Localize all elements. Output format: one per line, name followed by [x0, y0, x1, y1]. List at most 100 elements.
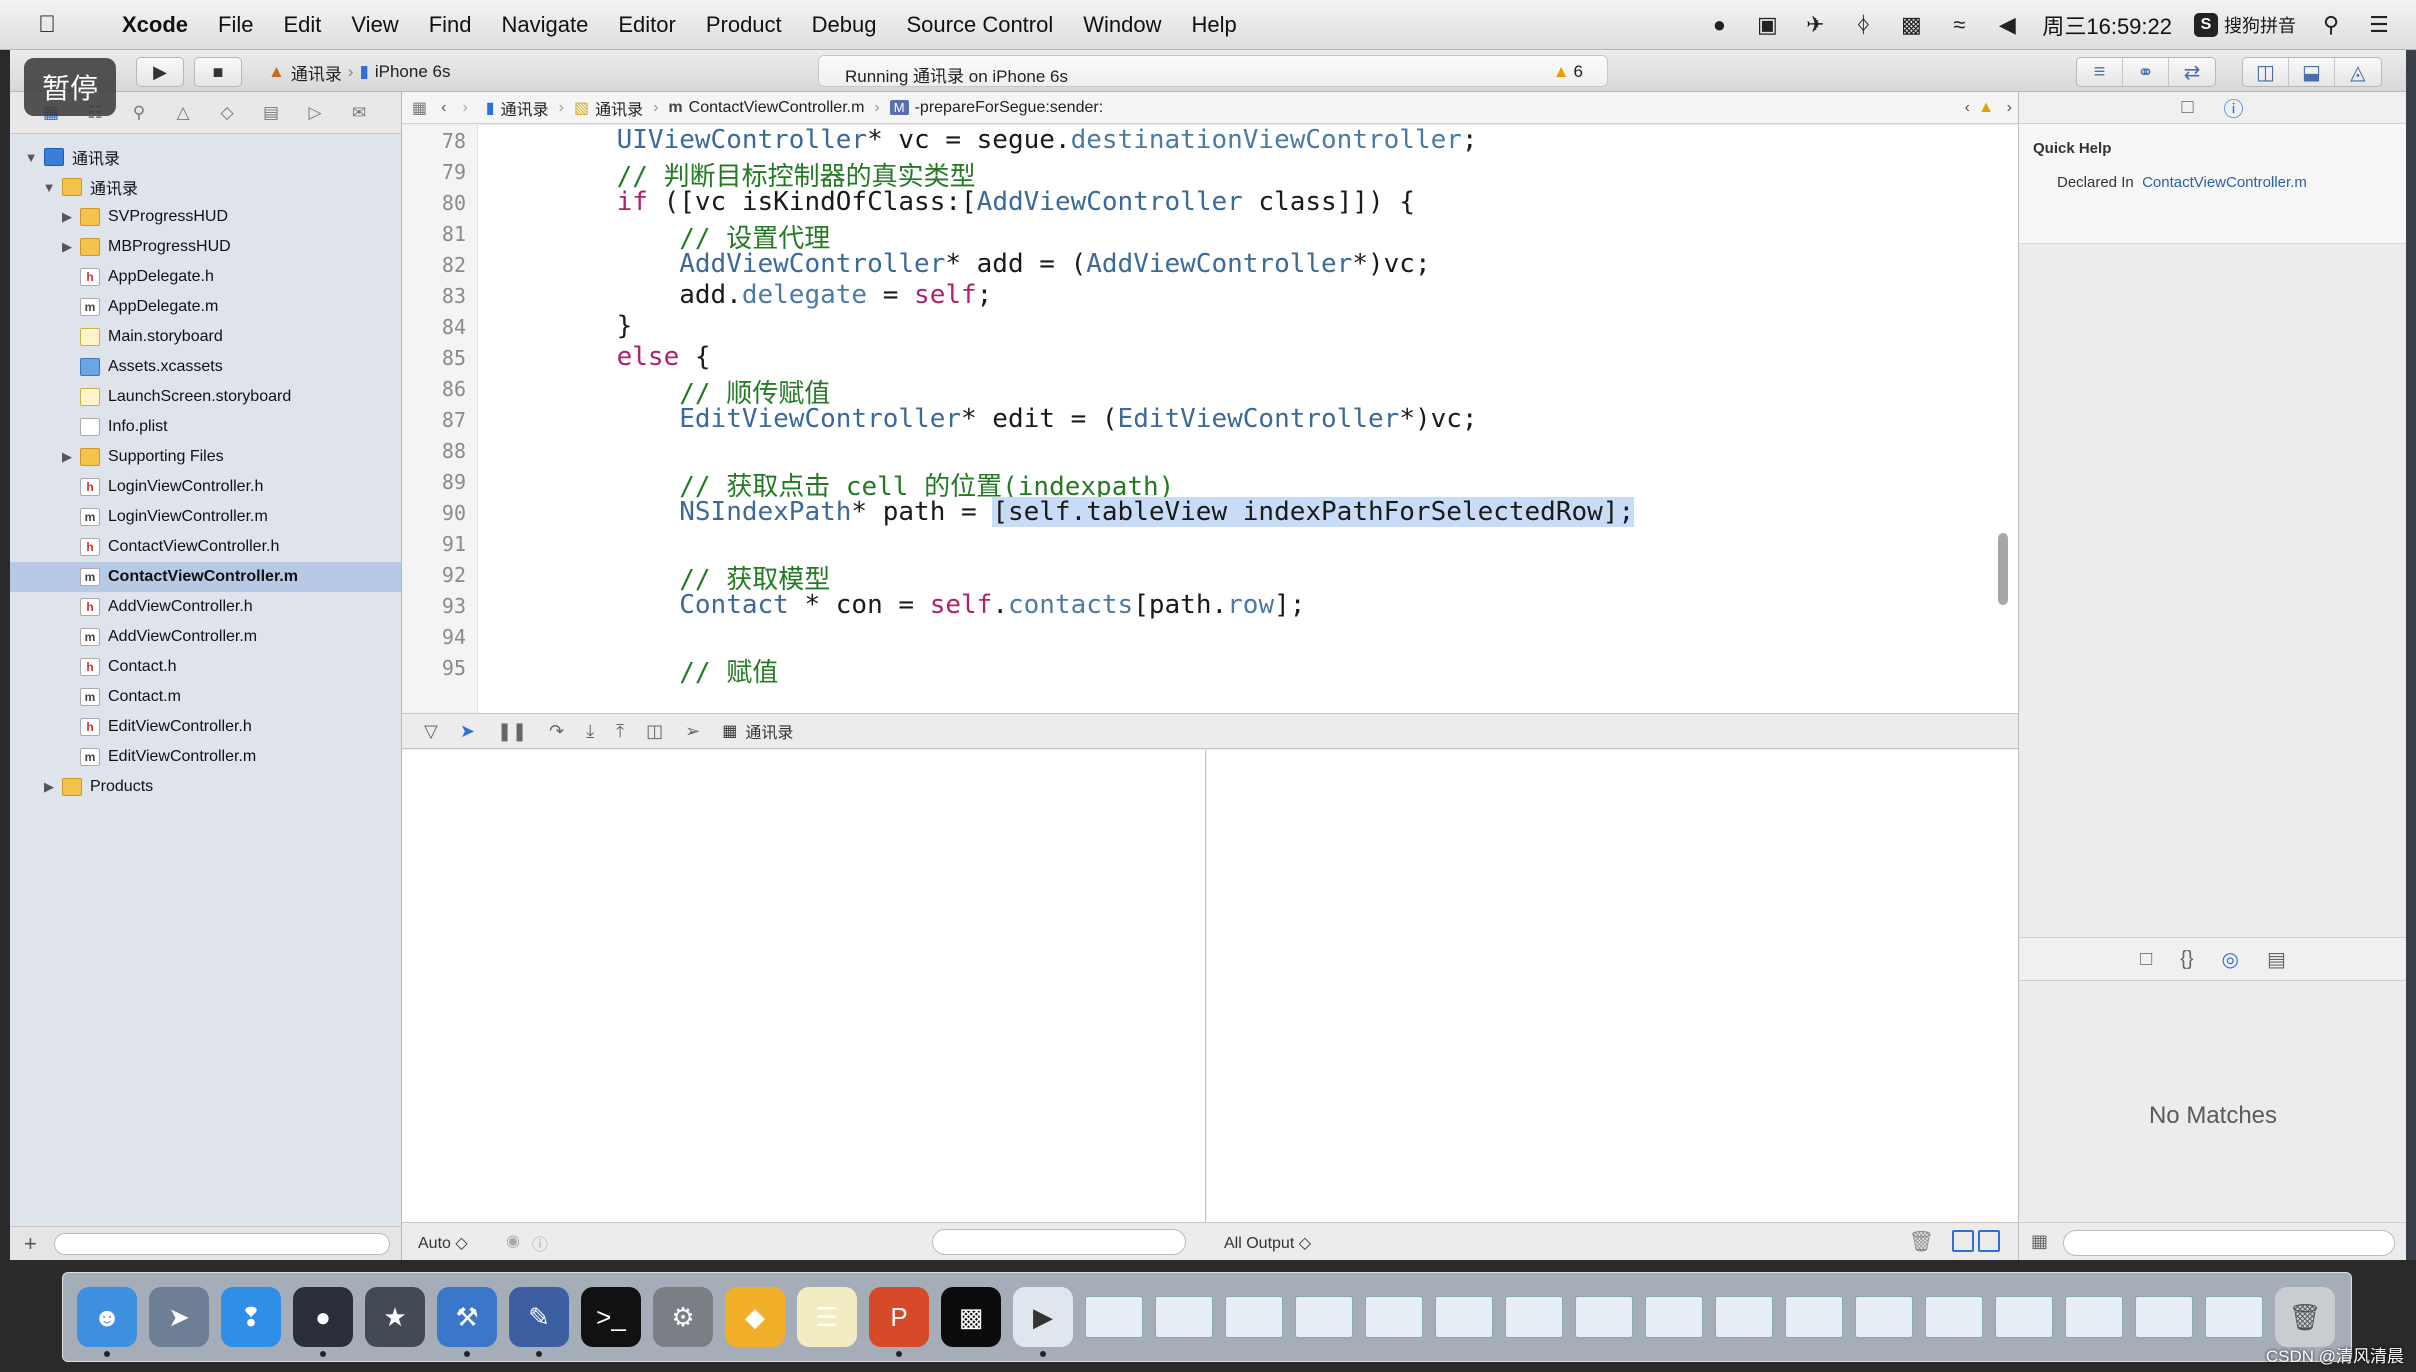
instruments-icon[interactable]: ✎	[509, 1287, 569, 1357]
code-line[interactable]: 81 // 设置代理	[402, 218, 2018, 254]
minimized-window-thumbnail[interactable]	[2135, 1296, 2193, 1338]
code-line[interactable]: 78 UIViewController* vc = segue.destinat…	[402, 125, 2018, 156]
code-line[interactable]: 91	[402, 528, 2018, 559]
quick-look-icon[interactable]: ◉	[506, 1231, 520, 1251]
test-navigator-icon[interactable]: ◇	[216, 102, 238, 124]
minimized-window-thumbnail[interactable]	[1155, 1296, 1213, 1338]
assistant-editor-icon[interactable]: ⚭	[2123, 58, 2169, 86]
minimized-window-thumbnail[interactable]	[1435, 1296, 1493, 1338]
navigator-group-row[interactable]: ▶ Supporting Files	[10, 442, 401, 472]
menu-source-control[interactable]: Source Control	[907, 12, 1054, 38]
minimized-window-thumbnail[interactable]	[1365, 1296, 1423, 1338]
code-snippet-library-icon[interactable]: {}	[2180, 948, 2193, 971]
navigator-file-row[interactable]: h AppDelegate.h	[10, 262, 401, 292]
navigator-file-row[interactable]: m EditViewController.m	[10, 742, 401, 772]
safari-icon[interactable]: ❢	[221, 1287, 281, 1347]
code-line[interactable]: 93 Contact * con = self.contacts[path.ro…	[402, 590, 2018, 621]
source-editor[interactable]: 78 UIViewController* vc = segue.destinat…	[402, 125, 2018, 713]
code-line[interactable]: 90 NSIndexPath* path = [self.tableView i…	[402, 497, 2018, 528]
breakpoint-navigator-icon[interactable]: ▷	[304, 102, 326, 124]
navigator-file-row[interactable]: h Contact.h	[10, 652, 401, 682]
code-line[interactable]: 87 EditViewController* edit = (EditViewC…	[402, 404, 2018, 435]
terminal-icon[interactable]: >_	[581, 1287, 641, 1347]
object-library-icon[interactable]: ◎	[2222, 947, 2239, 972]
related-items-icon[interactable]: ▦	[412, 98, 427, 118]
next-issue-icon[interactable]: ›	[2007, 99, 2012, 117]
mouse-app-icon[interactable]: ●	[293, 1287, 353, 1357]
navigator-group-row[interactable]: ▼ 通讯录	[10, 142, 401, 172]
launchpad-icon[interactable]: ➤	[149, 1287, 209, 1347]
code-line[interactable]: 86 // 顺传赋值	[402, 373, 2018, 409]
variables-filter-input[interactable]	[932, 1229, 1186, 1255]
menu-file[interactable]: File	[218, 12, 253, 38]
disclosure-open-icon[interactable]: ▼	[40, 180, 58, 195]
disclosure-closed-icon[interactable]: ▶	[40, 779, 58, 795]
disclosure-closed-icon[interactable]: ▶	[58, 239, 76, 255]
previous-issue-icon[interactable]: ‹	[1965, 99, 1970, 117]
breakpoints-toggle-icon[interactable]: ➤	[460, 721, 475, 742]
navigator-group-row[interactable]: ▶ Products	[10, 772, 401, 802]
navigator-file-row[interactable]: h EditViewController.h	[10, 712, 401, 742]
code-line[interactable]: 94	[402, 621, 2018, 652]
show-variables-icon[interactable]	[1952, 1230, 1974, 1252]
trash-icon[interactable]: 🗑	[2275, 1287, 2335, 1347]
navigator-file-row[interactable]: Info.plist	[10, 412, 401, 442]
code-line[interactable]: 82 AddViewController* add = (AddViewCont…	[402, 249, 2018, 280]
code-line[interactable]: 79 // 判断目标控制器的真实类型	[402, 156, 2018, 192]
code-line[interactable]: 84 }	[402, 311, 2018, 342]
show-console-icon[interactable]	[1978, 1230, 2000, 1252]
breadcrumb-group[interactable]: ▧ 通讯录	[574, 96, 643, 120]
view-hierarchy-icon[interactable]: ◫	[646, 721, 663, 742]
finder-icon[interactable]: ☻	[77, 1287, 137, 1357]
breadcrumb-file[interactable]: m ContactViewController.m	[668, 99, 864, 117]
issue-warning-icon[interactable]: ▲	[1978, 99, 1994, 117]
xcode-icon[interactable]: ⚒	[437, 1287, 497, 1357]
forward-arrow-icon[interactable]: ›	[462, 99, 467, 117]
toggle-utilities-icon[interactable]: ◬	[2335, 58, 2381, 86]
back-arrow-icon[interactable]: ‹	[441, 99, 446, 117]
console-view[interactable]	[1207, 750, 2018, 1222]
menu-clock[interactable]: 周三16:59:22	[2042, 9, 2172, 41]
simulate-location-icon[interactable]: ➢	[685, 721, 700, 742]
menu-view[interactable]: View	[351, 12, 398, 38]
toggle-navigator-icon[interactable]: ◫	[2243, 58, 2289, 86]
disclosure-closed-icon[interactable]: ▶	[58, 449, 76, 465]
add-file-icon[interactable]: +	[24, 1231, 37, 1257]
library-filter-input[interactable]	[2063, 1230, 2395, 1256]
minimized-window-thumbnail[interactable]	[1575, 1296, 1633, 1338]
declared-in-file-link[interactable]: ContactViewController.m	[2142, 174, 2307, 191]
navigator-file-row[interactable]: h ContactViewController.h	[10, 532, 401, 562]
powerpoint-icon[interactable]: P	[869, 1287, 929, 1357]
menu-product[interactable]: Product	[706, 12, 782, 38]
code-line[interactable]: 92 // 获取模型	[402, 559, 2018, 595]
code-line[interactable]: 89 // 获取点击 cell 的位置(indexpath)	[402, 466, 2018, 502]
minimized-window-thumbnail[interactable]	[1855, 1296, 1913, 1338]
minimized-window-thumbnail[interactable]	[1505, 1296, 1563, 1338]
console-app-icon[interactable]: ▩	[941, 1287, 1001, 1347]
breadcrumb-project[interactable]: ▮ 通讯录	[486, 96, 549, 120]
menu-help[interactable]: Help	[1192, 12, 1237, 38]
debug-navigator-icon[interactable]: ▤	[260, 102, 282, 124]
grid-view-icon[interactable]: ▦	[2031, 1231, 2048, 1252]
navigator-file-row[interactable]: m ContactViewController.m	[10, 562, 401, 592]
menu-window[interactable]: Window	[1083, 12, 1161, 38]
input-method[interactable]: S 搜狗拼音	[2194, 12, 2296, 38]
toggle-debug-area-icon[interactable]: ⬓	[2289, 58, 2335, 86]
minimized-window-thumbnail[interactable]	[1645, 1296, 1703, 1338]
navigator-group-row[interactable]: ▶ MBProgressHUD	[10, 232, 401, 262]
file-template-library-icon[interactable]: □	[2140, 948, 2152, 971]
editor-scrollbar[interactable]	[1998, 533, 2008, 605]
hide-debug-area-icon[interactable]: ▽	[424, 721, 438, 742]
pause-icon[interactable]: ❚❚	[497, 721, 527, 742]
minimized-window-thumbnail[interactable]	[1995, 1296, 2053, 1338]
navigator-group-row[interactable]: ▶ SVProgressHUD	[10, 202, 401, 232]
scheme-selector[interactable]: ▲ 通讯录 › ▮ iPhone 6s	[268, 57, 450, 87]
code-line[interactable]: 80 if ([vc isKindOfClass:[AddViewControl…	[402, 187, 2018, 218]
breadcrumb-method[interactable]: M -prepareForSegue:sender:	[889, 99, 1103, 117]
disclosure-closed-icon[interactable]: ▶	[58, 209, 76, 225]
find-navigator-icon[interactable]: ⚲	[128, 102, 150, 124]
imovie-icon[interactable]: ★	[365, 1287, 425, 1347]
notification-center-icon[interactable]: ☰	[2366, 12, 2392, 38]
wifi-icon[interactable]: ≈	[1946, 12, 1972, 38]
airplane-icon[interactable]: ✈	[1802, 12, 1828, 38]
